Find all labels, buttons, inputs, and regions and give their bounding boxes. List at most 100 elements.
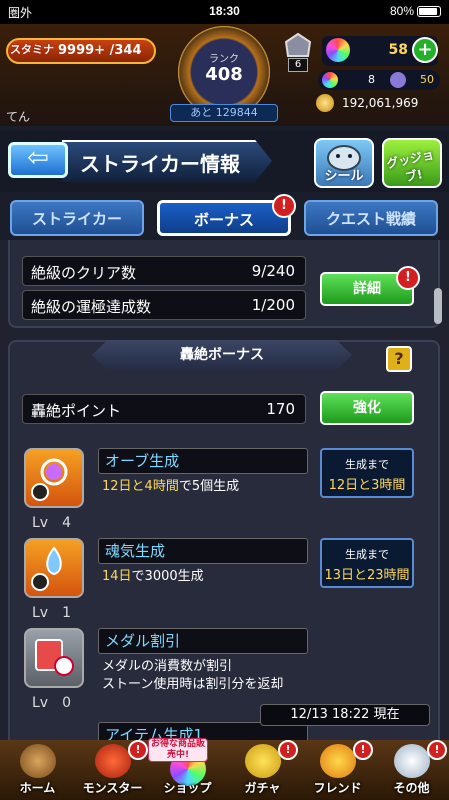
luck-count-value: 1/200: [251, 296, 295, 314]
good-job-button[interactable]: グッジョブ!: [382, 138, 442, 188]
orb-count: 58: [388, 42, 408, 58]
skill-duration: 14日: [102, 569, 132, 584]
clear-count-row: 絶級のクリア数 9/240: [22, 256, 306, 286]
generation-timer: 生成まで 12日と3時間: [320, 448, 414, 498]
good-job-label: グッジョブ!: [385, 147, 436, 185]
nav-gacha[interactable]: ! ガチャ: [225, 740, 300, 800]
skill-name: メダル割引: [98, 628, 308, 654]
skill-effect: で3000生成: [131, 569, 204, 584]
gacha-icon: [245, 744, 281, 778]
friend-icon: [320, 744, 356, 778]
skill-name: 魂気生成: [98, 538, 308, 564]
buy-orbs-button[interactable]: +: [412, 37, 438, 63]
username: てん: [6, 110, 31, 124]
nav-friend[interactable]: ! フレンド: [300, 740, 375, 800]
points-row: 轟絶ポイント 170: [22, 394, 306, 424]
skill-level: Lv 1: [32, 605, 71, 621]
battery-indicator: 80%: [390, 4, 441, 18]
monster-alert-badge: !: [128, 740, 148, 760]
gold-amount: 192,061,969: [342, 96, 419, 110]
other-alert-badge: !: [427, 740, 447, 760]
tab-bonus[interactable]: ボーナス: [157, 200, 291, 236]
stamina-value: 9999+ /344: [58, 43, 142, 58]
tab-bonus-label: ボーナス: [193, 211, 254, 229]
timer-label: 生成まで: [345, 548, 389, 561]
seal-button[interactable]: シール: [314, 138, 374, 188]
nav-label: モンスター: [82, 781, 143, 795]
rank-label: ランク: [209, 54, 239, 65]
status-bar: 圏外 18:30 80%: [0, 0, 449, 24]
ticket-b-count: 50: [420, 73, 434, 86]
battery-icon: [417, 6, 441, 18]
orb-icon: [326, 38, 350, 62]
orb-small-icon: [322, 72, 338, 88]
skill-name: オーブ生成: [98, 448, 308, 474]
home-icon: [20, 744, 56, 778]
detail-alert-badge: !: [396, 266, 420, 290]
tab-bonus-alert-badge: !: [272, 194, 296, 218]
scrollbar-thumb[interactable]: [434, 288, 442, 324]
timer-value: 13日と23時間: [324, 568, 410, 583]
ticket-a-count: 8: [368, 73, 375, 86]
skill-medal-discount[interactable]: Lv 0 メダル割引 メダルの消費数が割引 ストーン使用時は割引分を返却: [24, 628, 424, 712]
seal-label: シール: [324, 169, 364, 184]
points-value: 170: [266, 400, 295, 418]
monster-icon: [95, 744, 131, 778]
skill-orb-generation[interactable]: Lv 4 オーブ生成 12日と4時間で5個生成 生成まで 12日と3時間: [24, 448, 424, 532]
clear-count-label: 絶級のクリア数: [31, 264, 137, 282]
tab-striker[interactable]: ストライカー: [10, 200, 144, 236]
stamina-gauge[interactable]: スタミナ 9999+ /344: [6, 38, 156, 64]
clear-count-value: 9/240: [251, 262, 295, 280]
tier-number: 6: [288, 58, 308, 72]
clock-time: 18:30: [209, 4, 240, 18]
soul-generation-icon: [24, 538, 84, 598]
orb-counter: 58 +: [322, 36, 438, 66]
nav-label: フレンド: [313, 781, 362, 795]
help-button[interactable]: ?: [386, 346, 412, 372]
skill-effect: で5個生成: [178, 479, 240, 494]
stamina-tag: スタミナ: [10, 43, 54, 56]
luck-count-label: 絶級の運極達成数: [31, 298, 152, 316]
skill-description: 14日で3000生成: [102, 568, 204, 586]
rank-value: 408: [205, 64, 243, 85]
player-tier[interactable]: 6: [282, 32, 314, 72]
skill-description-line: ストーン使用時は割引分を返却: [102, 677, 284, 692]
skill-description-line: メダルの消費数が割引: [102, 659, 233, 674]
ticket-icon: [390, 72, 406, 88]
medal-discount-icon: [24, 628, 84, 688]
skill-level: Lv 0: [32, 695, 71, 711]
upgrade-button[interactable]: 強化: [320, 391, 414, 425]
shop-promo-banner: お得な商品販売中!: [148, 738, 208, 762]
tier-emblem-icon: [284, 32, 312, 57]
nav-label: その他: [393, 781, 430, 795]
nav-other[interactable]: ! その他: [374, 740, 449, 800]
friend-alert-badge: !: [353, 740, 373, 760]
skill-duration: 12日と4時間: [102, 479, 179, 494]
section-header: 轟絶ボーナス: [92, 340, 352, 370]
skill-soul-generation[interactable]: Lv 1 魂気生成 14日で3000生成 生成まで 13日と23時間: [24, 538, 424, 622]
timer-value: 12日と3時間: [328, 478, 406, 493]
generation-timer: 生成まで 13日と23時間: [320, 538, 414, 588]
timer-label: 生成まで: [345, 458, 389, 471]
nav-monster[interactable]: ! モンスター: [75, 740, 150, 800]
gold-coin-icon: [316, 94, 334, 112]
gold-counter: 192,061,969: [316, 94, 446, 112]
gacha-alert-badge: !: [278, 740, 298, 760]
battery-percent: 80%: [389, 4, 414, 18]
page-title: ストライカー情報: [80, 152, 240, 176]
ticket-counter: 8 50: [318, 70, 440, 90]
nav-label: ホーム: [19, 781, 56, 795]
skill-level: Lv 4: [32, 515, 71, 531]
timestamp: 12/13 18:22 現在: [260, 704, 430, 726]
back-button[interactable]: ⇦: [8, 142, 68, 178]
skill-description: 12日と4時間で5個生成: [102, 478, 239, 496]
points-label: 轟絶ポイント: [31, 402, 122, 420]
nav-label: ショップ: [163, 781, 212, 795]
nav-label: ガチャ: [244, 781, 281, 795]
next-rank-exp: あと 129844: [170, 104, 278, 122]
nav-home[interactable]: ホーム: [0, 740, 75, 800]
other-icon: [394, 744, 430, 778]
orb-generation-icon: [24, 448, 84, 508]
tab-quest-record[interactable]: クエスト戦績: [304, 200, 438, 236]
skill-description: メダルの消費数が割引 ストーン使用時は割引分を返却: [102, 658, 283, 694]
